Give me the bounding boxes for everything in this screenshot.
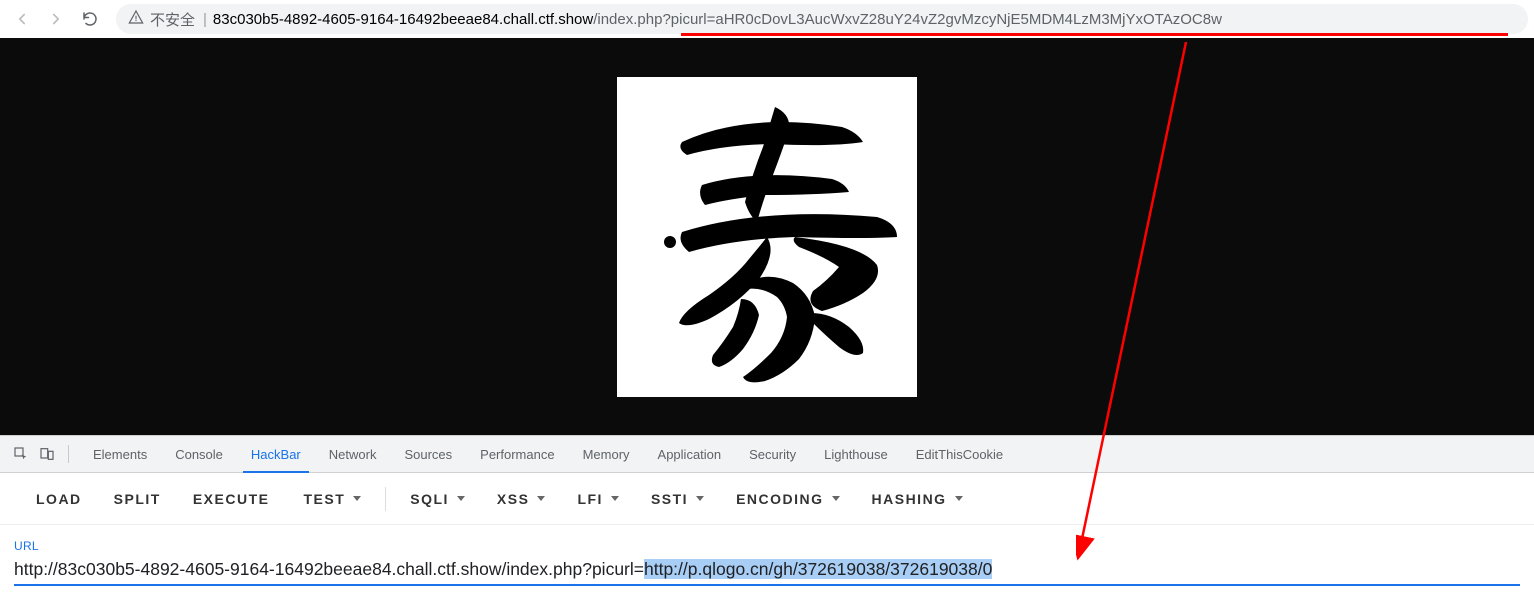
devtools-tab-network[interactable]: Network <box>315 436 391 472</box>
chevron-down-icon <box>537 496 545 501</box>
chevron-down-icon <box>696 496 704 501</box>
chevron-down-icon <box>353 496 361 501</box>
hackbar-ssti-button[interactable]: SSTI <box>635 481 720 517</box>
devtools-tab-application[interactable]: Application <box>644 436 736 472</box>
hackbar-encoding-button[interactable]: ENCODING <box>720 481 855 517</box>
hackbar-hashing-button[interactable]: HASHING <box>856 481 979 517</box>
url-input-selected: http://p.qlogo.cn/gh/372619038/372619038… <box>644 559 992 579</box>
chevron-down-icon <box>457 496 465 501</box>
chevron-down-icon <box>832 496 840 501</box>
forward-button[interactable] <box>40 3 72 35</box>
hackbar-execute-button[interactable]: EXECUTE <box>177 481 286 517</box>
devtools-separator <box>68 445 69 463</box>
back-button[interactable] <box>6 3 38 35</box>
insecure-warning-icon <box>128 9 144 29</box>
chevron-down-icon <box>955 496 963 501</box>
url-path: /index.php?picurl=aHR0cDovL3AucWxvZ28uY2… <box>593 11 1222 28</box>
devtools-tab-performance[interactable]: Performance <box>466 436 568 472</box>
devtools-tab-elements[interactable]: Elements <box>79 436 161 472</box>
security-text: 不安全 <box>150 9 195 30</box>
address-bar[interactable]: 不安全 | 83c030b5-4892-4605-9164-16492beeae… <box>116 4 1528 34</box>
hackbar-split-button[interactable]: SPLIT <box>98 481 177 517</box>
hackbar-test-button[interactable]: TEST <box>287 481 377 517</box>
annotation-underline <box>681 33 1508 36</box>
hackbar-url-input[interactable]: http://83c030b5-4892-4605-9164-16492beea… <box>14 553 1520 586</box>
devtools-tab-hackbar[interactable]: HackBar <box>237 436 315 472</box>
hackbar-xss-button[interactable]: XSS <box>481 481 562 517</box>
device-toolbar-icon[interactable] <box>36 443 58 465</box>
chevron-down-icon <box>611 496 619 501</box>
hackbar-sqli-button[interactable]: SQLI <box>394 481 481 517</box>
calligraphy-image <box>617 77 917 397</box>
inspect-element-icon[interactable] <box>10 443 32 465</box>
hackbar-lfi-button[interactable]: LFI <box>561 481 635 517</box>
devtools-tab-lighthouse[interactable]: Lighthouse <box>810 436 902 472</box>
url-input-plain: http://83c030b5-4892-4605-9164-16492beea… <box>14 559 644 579</box>
url-field-label: URL <box>14 539 1520 553</box>
hackbar-separator <box>385 487 386 511</box>
devtools-tab-console[interactable]: Console <box>161 436 237 472</box>
hackbar-toolbar: LOADSPLITEXECUTE TEST SQLIXSSLFISSTIENCO… <box>0 473 1534 525</box>
hackbar-load-button[interactable]: LOAD <box>20 481 98 517</box>
page-content <box>0 38 1534 435</box>
url-divider: | <box>203 11 207 28</box>
reload-button[interactable] <box>74 3 106 35</box>
devtools-tab-editthiscookie[interactable]: EditThisCookie <box>902 436 1017 472</box>
url-host: 83c030b5-4892-4605-9164-16492beeae84.cha… <box>213 11 593 28</box>
devtools-tab-sources[interactable]: Sources <box>390 436 466 472</box>
devtools-tab-security[interactable]: Security <box>735 436 810 472</box>
devtools-tab-memory[interactable]: Memory <box>569 436 644 472</box>
